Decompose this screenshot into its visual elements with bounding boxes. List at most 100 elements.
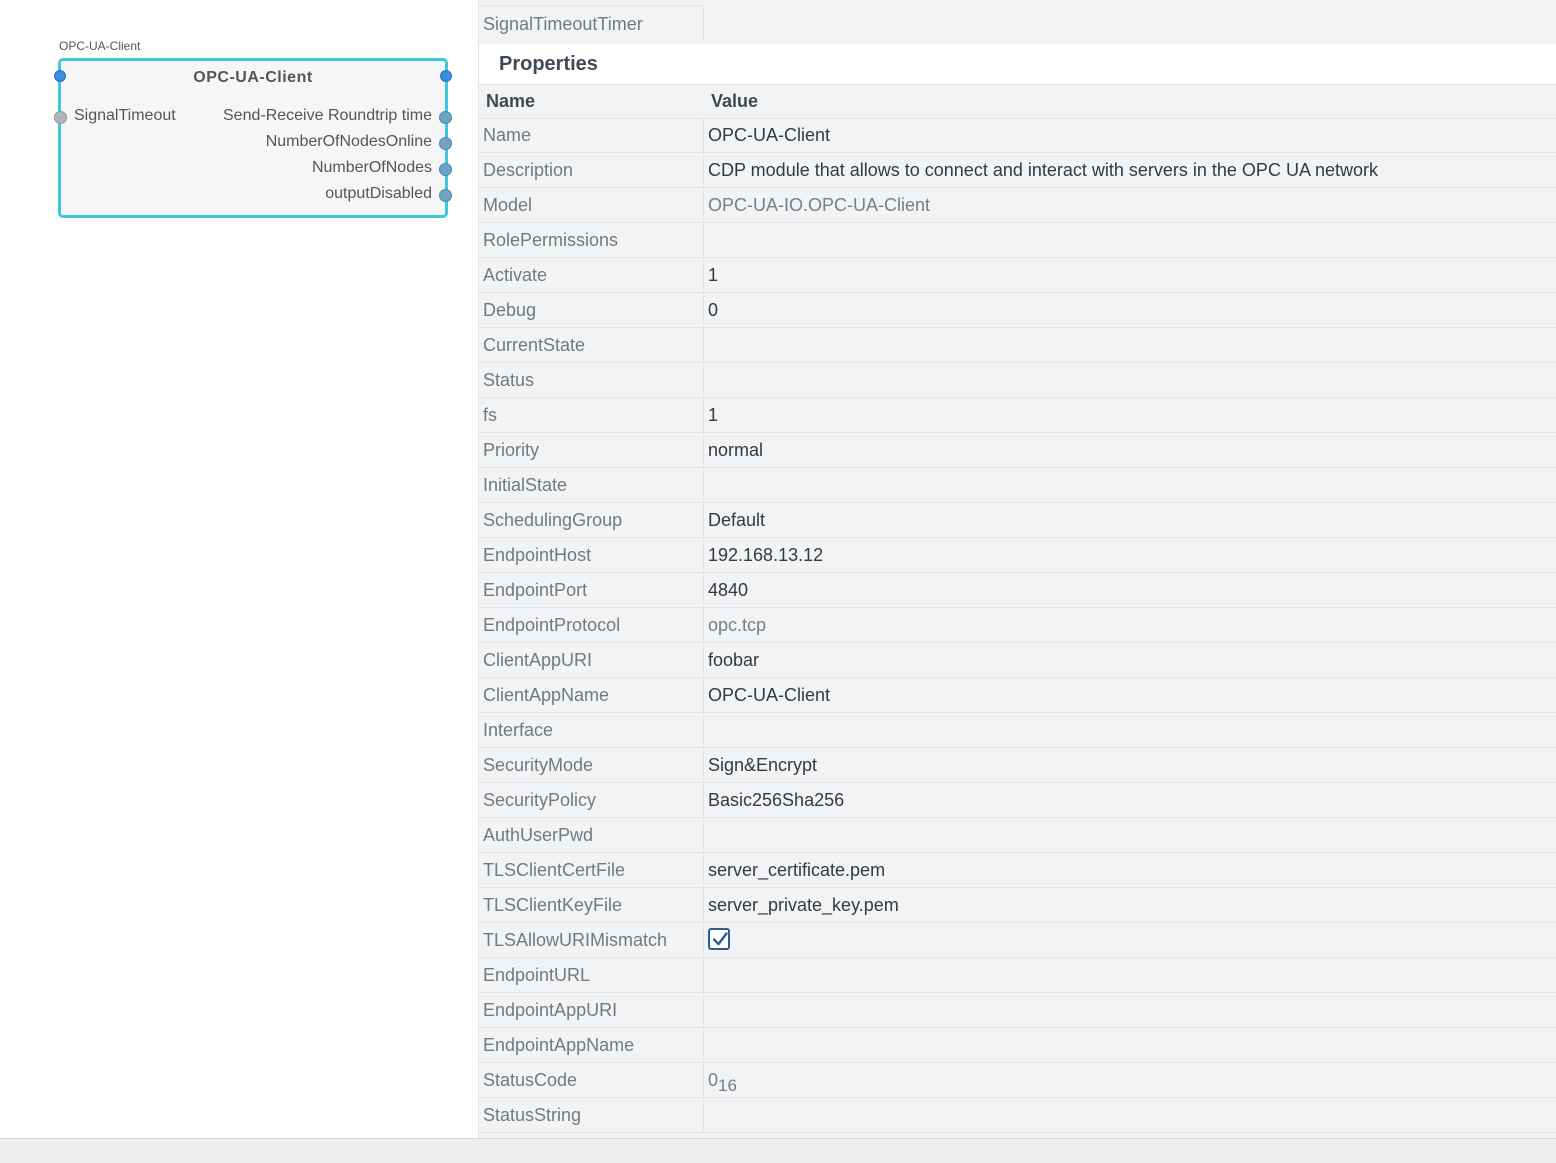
property-value-text: 1 <box>708 405 719 425</box>
output-port-roundtrip-icon[interactable] <box>439 111 452 124</box>
property-value[interactable]: OPC-UA-Client <box>708 125 830 146</box>
property-name: StatusString <box>483 1105 582 1125</box>
table-row[interactable]: EndpointProtocol opc.tcp <box>479 608 1556 643</box>
property-value-text: OPC-UA-Client <box>708 685 831 705</box>
table-row[interactable]: SecurityMode Sign&Encrypt <box>479 748 1556 783</box>
table-row[interactable]: StatusCode 016 <box>479 1063 1556 1098</box>
property-value[interactable]: 1 <box>708 265 718 286</box>
property-value-text: OPC-UA-IO.OPC-UA-Client <box>708 195 931 215</box>
table-row[interactable]: Model OPC-UA-IO.OPC-UA-Client <box>479 188 1556 223</box>
property-value[interactable]: 1 <box>708 405 718 426</box>
table-row[interactable]: Status <box>479 363 1556 398</box>
table-row[interactable]: Description CDP module that allows to con… <box>479 153 1556 188</box>
property-value[interactable]: foobar <box>708 650 759 671</box>
property-value[interactable]: Sign&Encrypt <box>708 755 817 776</box>
section-title: Properties <box>499 53 598 75</box>
property-value[interactable]: server_private_key.pem <box>708 895 899 916</box>
table-row[interactable]: Name OPC-UA-Client <box>479 118 1556 153</box>
properties-section-header[interactable]: Properties <box>479 44 1556 85</box>
property-value[interactable]: OPC-UA-IO.OPC-UA-Client <box>708 195 930 216</box>
property-value[interactable]: Basic256Sha256 <box>708 790 844 811</box>
property-name: Interface <box>483 720 554 740</box>
column-divider <box>703 293 704 328</box>
table-row[interactable]: fs 1 <box>479 398 1556 433</box>
property-name: TLSClientKeyFile <box>483 895 623 915</box>
output-port-label: Send-Receive Roundtrip time <box>223 107 432 124</box>
opc-ua-client-block[interactable]: OPC-UA-Client SignalTimeout Send-Receive… <box>54 58 452 218</box>
property-name: SecurityMode <box>483 755 594 775</box>
property-value[interactable]: opc.tcp <box>708 615 766 636</box>
table-row[interactable]: EndpointAppURI <box>479 993 1556 1028</box>
property-value-text: 192.168.13.12 <box>708 545 824 565</box>
column-divider <box>703 643 704 678</box>
property-value[interactable]: 4840 <box>708 580 748 601</box>
diagram-canvas[interactable]: OPC-UA-Client OPC-UA-Client SignalTimeou… <box>0 0 478 1138</box>
table-row[interactable]: ClientAppName OPC-UA-Client <box>479 678 1556 713</box>
property-value[interactable]: server_certificate.pem <box>708 860 885 881</box>
table-row[interactable]: RolePermissions <box>479 223 1556 258</box>
property-value-text: server_certificate.pem <box>708 860 886 880</box>
property-value[interactable]: CDP module that allows to connect and in… <box>708 160 1378 181</box>
table-row[interactable]: InitialState <box>479 468 1556 503</box>
table-row[interactable]: AuthUserPwd <box>479 818 1556 853</box>
property-name: Name <box>483 125 532 145</box>
output-port-label: outputDisabled <box>325 185 432 202</box>
property-name: fs <box>483 405 498 425</box>
property-value-text: normal <box>708 440 764 460</box>
column-header-value[interactable]: Value <box>711 91 758 112</box>
property-value[interactable]: OPC-UA-Client <box>708 685 830 706</box>
table-row[interactable]: SecurityPolicy Basic256Sha256 <box>479 783 1556 818</box>
column-divider <box>703 1028 704 1063</box>
table-row[interactable]: EndpointAppName <box>479 1028 1556 1063</box>
table-row[interactable]: TLSClientKeyFile server_private_key.pem <box>479 888 1556 923</box>
property-value-text: Sign&Encrypt <box>708 755 818 775</box>
property-value[interactable]: 016 <box>708 1070 737 1096</box>
property-value-text: CDP module that allows to connect and in… <box>708 160 1378 180</box>
column-header-name[interactable]: Name <box>486 91 535 112</box>
table-row[interactable]: SchedulingGroup Default <box>479 503 1556 538</box>
tls-allow-uri-mismatch-checkbox[interactable] <box>708 928 730 950</box>
property-value[interactable]: 192.168.13.12 <box>708 545 823 566</box>
table-row[interactable]: Priority normal <box>479 433 1556 468</box>
property-name: ClientAppName <box>483 685 610 705</box>
property-name: SignalTimeoutTimer <box>483 14 643 34</box>
input-port-signaltimeout-icon[interactable] <box>54 111 67 124</box>
output-port-label: NumberOfNodes <box>311 159 432 176</box>
block-left-connector-icon[interactable] <box>54 70 66 82</box>
output-port-label: NumberOfNodesOnline <box>265 133 432 150</box>
table-row[interactable]: TLSClientCertFile server_certificate.pem <box>479 853 1556 888</box>
table-row[interactable]: EndpointURL <box>479 958 1556 993</box>
table-row[interactable]: SignalTimeoutTimer <box>479 5 1556 40</box>
property-value[interactable]: 0 <box>708 300 718 321</box>
column-divider <box>703 923 704 958</box>
property-name: ClientAppURI <box>483 650 593 670</box>
output-port-nodes-icon[interactable] <box>439 163 452 176</box>
table-row[interactable]: EndpointPort 4840 <box>479 573 1556 608</box>
property-name: CurrentState <box>483 335 586 355</box>
table-row[interactable]: Activate 1 <box>479 258 1556 293</box>
table-row[interactable]: Debug 0 <box>479 293 1556 328</box>
column-divider <box>703 993 704 1028</box>
output-port-nodes-online-icon[interactable] <box>439 137 452 150</box>
table-row[interactable]: StatusString <box>479 1098 1556 1133</box>
property-name: TLSAllowURIMismatch <box>483 930 668 950</box>
table-row[interactable]: ClientAppURI foobar <box>479 643 1556 678</box>
column-divider <box>703 888 704 923</box>
table-row[interactable]: CurrentState <box>479 328 1556 363</box>
property-value[interactable]: Default <box>708 510 765 531</box>
block-caption: OPC-UA-Client <box>59 39 141 53</box>
table-row[interactable]: Interface <box>479 713 1556 748</box>
column-divider <box>703 853 704 888</box>
block-right-connector-icon[interactable] <box>440 70 452 82</box>
table-row[interactable]: EndpointHost 192.168.13.12 <box>479 538 1556 573</box>
table-row[interactable]: TLSAllowURIMismatch <box>479 923 1556 958</box>
column-divider <box>703 818 704 853</box>
checkmark-icon <box>712 932 728 946</box>
property-value-text: Default <box>708 510 766 530</box>
output-port-disabled-icon[interactable] <box>439 189 452 202</box>
column-divider <box>703 153 704 188</box>
property-name: Description <box>483 160 574 180</box>
property-name: Priority <box>483 440 540 460</box>
property-value[interactable]: normal <box>708 440 763 461</box>
properties-table: Name OPC-UA-Client Description CDP module t… <box>479 118 1556 1133</box>
